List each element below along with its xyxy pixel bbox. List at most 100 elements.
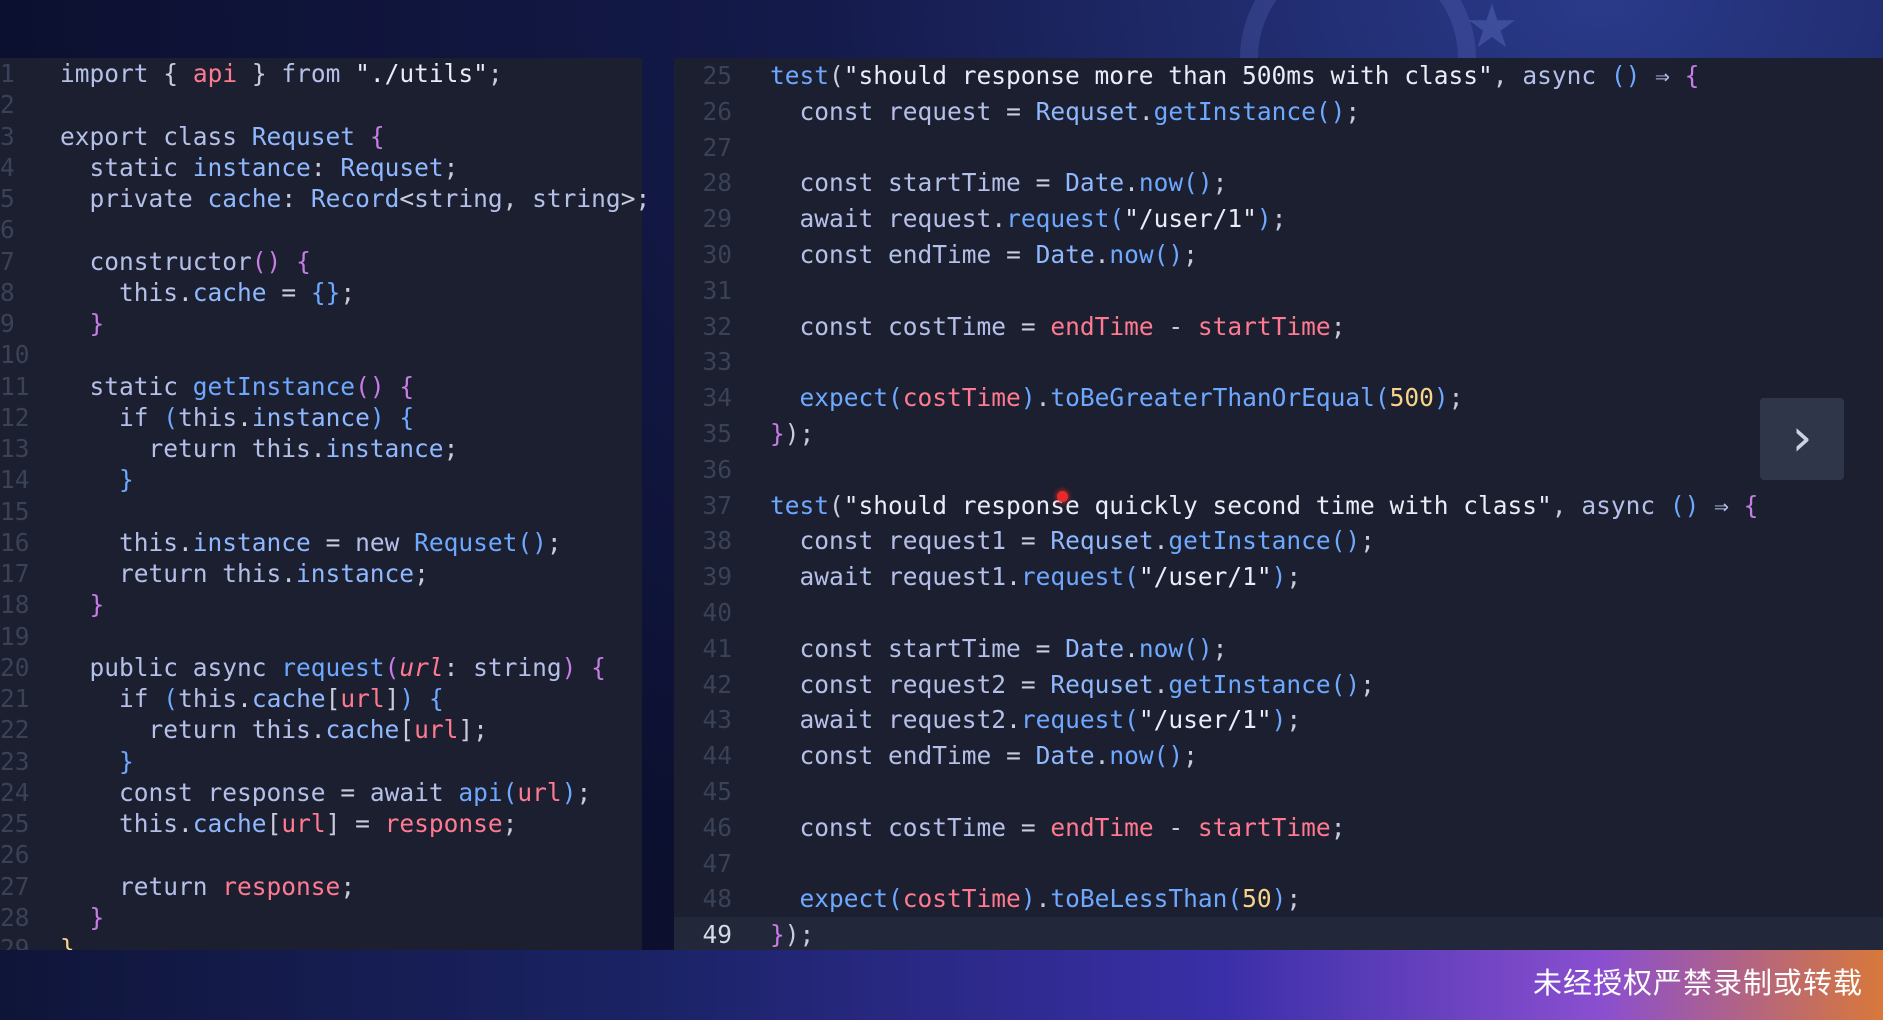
line-number: 2 bbox=[0, 90, 15, 120]
line-number: 13 bbox=[0, 434, 30, 463]
code-line[interactable]: 43 await request2.request("/user/1"); bbox=[674, 702, 1883, 738]
code-line[interactable]: 17 return this.instance; bbox=[0, 558, 642, 589]
code-line[interactable]: 37 test("should response quickly second t… bbox=[674, 488, 1883, 524]
code-line[interactable]: 8 this.cache = {}; bbox=[0, 277, 642, 308]
code-line[interactable]: 2 bbox=[0, 89, 642, 120]
code-line[interactable]: 18 } bbox=[0, 589, 642, 620]
line-number: 45 bbox=[702, 776, 732, 806]
code-text: const request2 = Requset.getInstance(); bbox=[799, 669, 1375, 699]
code-line[interactable]: 1 import { api } from "./utils"; bbox=[0, 58, 642, 89]
code-line[interactable]: 25 this.cache[url] = response; bbox=[0, 808, 642, 839]
line-number: 26 bbox=[702, 96, 732, 126]
code-line[interactable]: 33 bbox=[674, 344, 1883, 380]
code-line[interactable]: 36 bbox=[674, 452, 1883, 488]
code-text: } bbox=[119, 465, 134, 495]
code-line[interactable]: 16 this.instance = new Requset(); bbox=[0, 527, 642, 558]
code-text: const response = await api(url); bbox=[119, 777, 592, 807]
code-line[interactable]: 5 private cache: Record<string, string>; bbox=[0, 183, 650, 214]
code-text: await request2.request("/user/1"); bbox=[799, 705, 1302, 735]
line-number: 4 bbox=[0, 152, 15, 182]
line-number: 19 bbox=[0, 621, 30, 651]
code-text: if (this.instance) { bbox=[119, 402, 415, 432]
code-line[interactable]: 22 return this.cache[url]; bbox=[0, 714, 642, 745]
code-line[interactable]: 13 return this.instance; bbox=[0, 433, 642, 464]
line-number: 31 bbox=[702, 275, 732, 305]
code-line[interactable]: 28 const startTime = Date.now(); bbox=[674, 165, 1883, 201]
line-number: 14 bbox=[0, 465, 30, 495]
code-text: }); bbox=[770, 920, 815, 950]
code-line[interactable]: 34 expect(costTime).toBeGreaterThanOrEqu… bbox=[674, 380, 1883, 416]
code-text: const request = Requset.getInstance(); bbox=[799, 96, 1361, 126]
left-code-editor[interactable]: 1 import { api } from "./utils"; 2 3 export … bbox=[0, 58, 650, 965]
line-number: 23 bbox=[0, 746, 30, 776]
code-text: const endTime = Date.now(); bbox=[799, 741, 1198, 771]
line-number: 47 bbox=[702, 848, 732, 878]
line-number: 49 bbox=[702, 920, 732, 950]
code-line[interactable]: 29 await request.request("/user/1"); bbox=[674, 201, 1883, 237]
code-line[interactable]: 31 bbox=[674, 273, 1883, 309]
code-line[interactable]: 15 bbox=[0, 496, 642, 527]
code-text: } bbox=[89, 902, 105, 932]
code-line[interactable]: 27 bbox=[674, 130, 1883, 166]
code-line[interactable]: 26 bbox=[0, 839, 642, 870]
line-number: 46 bbox=[702, 812, 732, 842]
code-line[interactable]: 23 } bbox=[0, 746, 642, 777]
code-text: private cache: Record<string, string>; bbox=[89, 184, 651, 213]
code-line[interactable]: 20 public async request(url: string) { bbox=[0, 652, 642, 683]
code-line[interactable]: 28 } bbox=[0, 902, 642, 933]
code-line[interactable]: 14 } bbox=[0, 464, 642, 495]
code-line[interactable]: 44 const endTime = Date.now(); bbox=[674, 738, 1883, 774]
code-line[interactable]: 12 if (this.instance) { bbox=[0, 402, 642, 433]
background-star-decoration: ★ bbox=[1465, 0, 1519, 62]
line-number: 33 bbox=[702, 347, 732, 377]
code-line[interactable]: 40 bbox=[674, 595, 1883, 631]
code-line[interactable]: 24 const response = await api(url); bbox=[0, 777, 642, 808]
code-line[interactable]: 3 export class Requset { bbox=[0, 121, 642, 152]
code-line[interactable]: 41 const startTime = Date.now(); bbox=[674, 631, 1883, 667]
code-line[interactable]: 49}); bbox=[674, 917, 1883, 953]
code-line[interactable]: 45 bbox=[674, 774, 1883, 810]
pointer-cursor-dot bbox=[1057, 491, 1068, 502]
line-number: 26 bbox=[0, 840, 30, 870]
line-number: 28 bbox=[702, 168, 732, 198]
line-number: 39 bbox=[702, 562, 732, 592]
line-number: 20 bbox=[0, 652, 30, 682]
code-text: constructor() { bbox=[89, 246, 311, 276]
code-line[interactable]: 6 bbox=[0, 214, 642, 245]
code-text: static instance: Requset; bbox=[89, 152, 459, 182]
code-line[interactable]: 39 await request1.request("/user/1"); bbox=[674, 559, 1883, 595]
line-number: 21 bbox=[0, 684, 30, 713]
line-number: 3 bbox=[0, 121, 15, 151]
code-line[interactable]: 35}); bbox=[674, 416, 1883, 452]
line-number: 9 bbox=[0, 309, 15, 338]
code-line[interactable]: 32 const costTime = endTime - startTime; bbox=[674, 309, 1883, 345]
code-line[interactable]: 10 bbox=[0, 339, 642, 370]
line-number: 25 bbox=[0, 809, 30, 838]
line-number: 43 bbox=[702, 705, 732, 735]
code-line[interactable]: 7 constructor() { bbox=[0, 246, 642, 277]
line-number: 12 bbox=[0, 402, 30, 432]
line-number: 7 bbox=[0, 246, 15, 276]
code-line[interactable]: 27 return response; bbox=[0, 871, 642, 902]
next-slide-button[interactable]: › bbox=[1760, 398, 1844, 480]
code-line[interactable]: 48 expect(costTime).toBeLessThan(50); bbox=[674, 881, 1883, 917]
code-line[interactable]: 11 static getInstance() { bbox=[0, 371, 642, 402]
code-line[interactable]: 4 static instance: Requset; bbox=[0, 152, 642, 183]
code-line[interactable]: 47 bbox=[674, 846, 1883, 882]
line-number: 6 bbox=[0, 215, 15, 245]
code-line[interactable]: 46 const costTime = endTime - startTime; bbox=[674, 810, 1883, 846]
code-line[interactable]: 42 const request2 = Requset.getInstance(… bbox=[674, 667, 1883, 703]
right-code-lines: 25 test("should response more than 500ms … bbox=[674, 58, 1883, 953]
code-line[interactable]: 26 const request = Requset.getInstance()… bbox=[674, 94, 1883, 130]
code-line[interactable]: 38 const request1 = Requset.getInstance(… bbox=[674, 523, 1883, 559]
right-code-editor[interactable]: 25 test("should response more than 500ms … bbox=[674, 58, 1883, 963]
line-number: 44 bbox=[702, 741, 732, 771]
code-line[interactable]: 25 test("should response more than 500ms … bbox=[674, 58, 1883, 94]
code-line[interactable]: 19 bbox=[0, 621, 642, 652]
code-line[interactable]: 9 } bbox=[0, 308, 642, 339]
line-number: 25 bbox=[702, 61, 732, 90]
code-line[interactable]: 21 if (this.cache[url]) { bbox=[0, 683, 642, 714]
code-text: this.instance = new Requset(); bbox=[119, 527, 562, 557]
code-line[interactable]: 30 const endTime = Date.now(); bbox=[674, 237, 1883, 273]
line-number: 32 bbox=[702, 311, 732, 341]
